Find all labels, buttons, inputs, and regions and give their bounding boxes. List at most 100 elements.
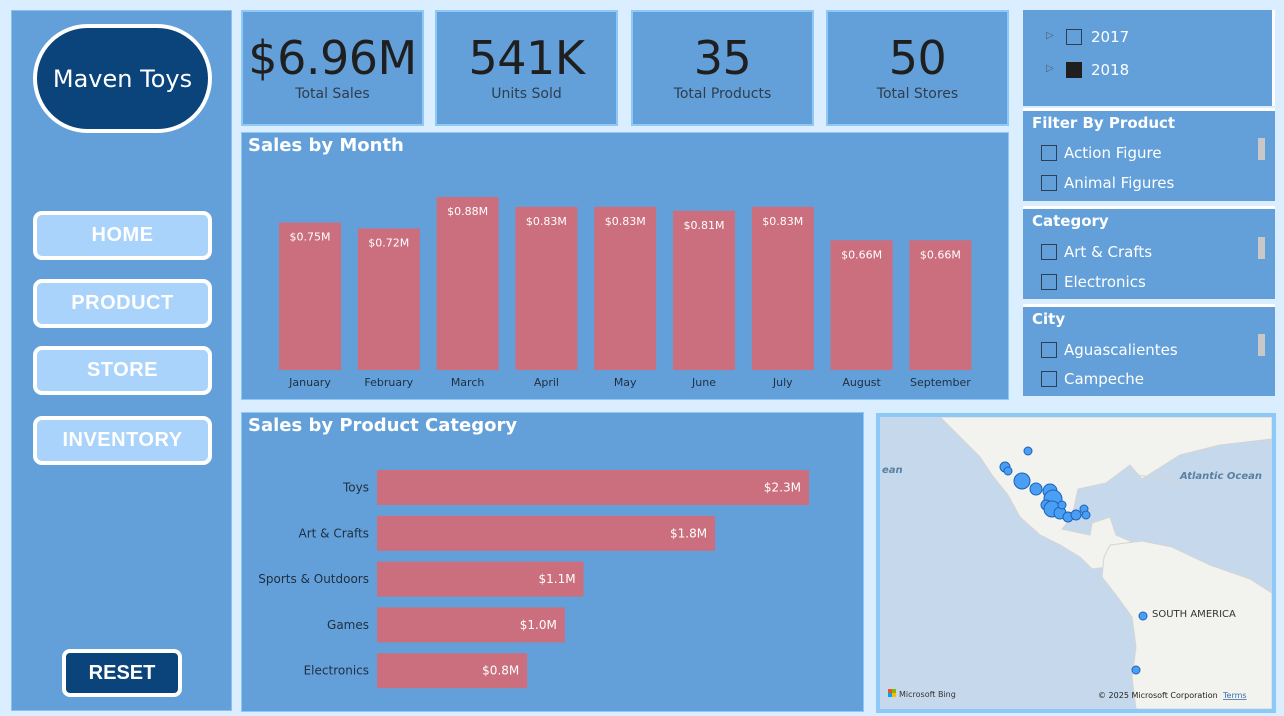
month-bar[interactable]: [515, 206, 578, 370]
checkbox-action-figure[interactable]: [1041, 145, 1057, 161]
map-label-atlantic: Atlantic Ocean: [1179, 471, 1262, 482]
inventory-button-label: INVENTORY: [62, 429, 183, 451]
store-bubble[interactable]: [1138, 611, 1148, 621]
map-label-ocean-left: ean: [882, 465, 903, 476]
checkbox-art-crafts[interactable]: [1041, 244, 1057, 260]
product-slicer-title: Filter By Product: [1032, 114, 1176, 132]
store-bubble[interactable]: [1081, 510, 1091, 520]
month-tick-label: July: [772, 376, 793, 389]
store-bubble[interactable]: [1070, 509, 1082, 521]
year-option-2018[interactable]: 2018: [1091, 61, 1129, 79]
map-canvas[interactable]: ean Atlantic Ocean SOUTH AMERICA Microso…: [880, 417, 1272, 709]
month-bar-label: $0.83M: [762, 215, 803, 228]
city-slicer-scrollbar[interactable]: [1258, 334, 1265, 356]
store-map[interactable]: ean Atlantic Ocean SOUTH AMERICA Microso…: [876, 413, 1276, 713]
month-bar-label: $0.81M: [684, 219, 725, 232]
month-bar[interactable]: [751, 206, 814, 370]
store-bubble[interactable]: [1003, 466, 1013, 476]
checkbox-2017[interactable]: [1066, 29, 1082, 45]
category-bar-label: $0.8M: [482, 664, 519, 678]
category-tick-label: Sports & Outdoors: [258, 572, 369, 586]
store-button-label: STORE: [86, 359, 159, 381]
year-slicer: ▷ 2017 ▷ 2018: [1023, 10, 1275, 106]
kpi-total-stores-label: Total Stores: [876, 86, 959, 103]
product-slicer: Filter By Product Action Figure Animal F…: [1023, 108, 1275, 201]
checkbox-2018[interactable]: [1066, 62, 1082, 78]
category-bar-label: $1.1M: [539, 572, 576, 586]
sales-by-month-chart: Sales by Month $0.75M January $0.72M Februa…: [241, 132, 1009, 400]
month-tick-label: May: [614, 376, 637, 389]
month-bar-label: $0.83M: [526, 215, 567, 228]
map-label-south-america: SOUTH AMERICA: [1152, 609, 1236, 620]
expand-2018-icon[interactable]: ▷: [1046, 63, 1054, 74]
maven-toys-logo: Maven Toys: [33, 24, 212, 133]
store-bubble[interactable]: [1131, 665, 1141, 675]
home-button[interactable]: HOME: [33, 211, 212, 260]
checkbox-animal-figures[interactable]: [1041, 175, 1057, 191]
month-bar[interactable]: [279, 222, 341, 370]
category-bar[interactable]: [377, 515, 716, 551]
store-bubble[interactable]: [1023, 446, 1033, 456]
checkbox-electronics[interactable]: [1041, 274, 1057, 290]
reset-button[interactable]: RESET: [62, 649, 182, 697]
category-option-art-crafts[interactable]: Art & Crafts: [1064, 243, 1152, 261]
product-slicer-scrollbar[interactable]: [1258, 138, 1265, 160]
product-option-action-figure[interactable]: Action Figure: [1064, 144, 1162, 162]
bing-logo-icon-part: [892, 693, 896, 697]
category-bar[interactable]: [377, 470, 809, 505]
store-bubble[interactable]: [1057, 500, 1067, 510]
category-slicer: Category Art & Crafts Electronics: [1023, 206, 1275, 299]
map-copyright: © 2025 Microsoft Corporation: [1098, 691, 1218, 700]
expand-2017-icon[interactable]: ▷: [1046, 30, 1054, 41]
category-tick-label: Electronics: [304, 664, 369, 678]
checkbox-aguascalientes[interactable]: [1041, 342, 1057, 358]
kpi-total-sales: $6.96M Total Sales: [241, 10, 424, 126]
store-bubble[interactable]: [1013, 472, 1031, 490]
map-terms-link[interactable]: Terms: [1222, 691, 1247, 700]
category-bar-label: $2.3M: [764, 481, 801, 495]
city-slicer-title: City: [1032, 310, 1066, 328]
checkbox-campeche[interactable]: [1041, 371, 1057, 387]
product-button-label: PRODUCT: [71, 292, 174, 314]
month-tick-label: March: [451, 376, 485, 389]
store-button[interactable]: STORE: [33, 346, 212, 395]
sales-by-category-chart: Sales by Product Category $2.3M Toys $1.8M…: [241, 412, 864, 712]
kpi-total-products-label: Total Products: [673, 86, 772, 103]
category-option-electronics[interactable]: Electronics: [1064, 273, 1146, 291]
month-bar[interactable]: [357, 228, 420, 370]
month-bar-label: $0.66M: [841, 248, 882, 261]
city-option-campeche[interactable]: Campeche: [1064, 370, 1144, 388]
month-bar[interactable]: [436, 197, 499, 370]
month-tick-label: February: [364, 376, 413, 389]
month-tick-label: January: [288, 376, 331, 389]
month-tick-label: April: [534, 376, 559, 389]
city-option-aguascalientes[interactable]: Aguascalientes: [1064, 341, 1178, 359]
bing-logo-icon-part: [892, 689, 896, 693]
category-tick-label: Art & Crafts: [299, 526, 369, 540]
category-tick-label: Games: [327, 618, 369, 632]
product-button[interactable]: PRODUCT: [33, 279, 212, 328]
sales-by-month-plot: $0.75M January $0.72M February $0.88M March $0…: [279, 197, 972, 389]
kpi-total-sales-value: $6.96M: [248, 30, 417, 85]
month-bar-label: $0.83M: [605, 215, 646, 228]
sidebar: Maven Toys HOME PRODUCT STORE INVENTORY …: [11, 10, 232, 711]
month-bar-label: $0.88M: [447, 205, 488, 218]
inventory-button[interactable]: INVENTORY: [33, 416, 212, 465]
month-tick-label: September: [910, 376, 971, 389]
kpi-total-products: 35 Total Products: [631, 10, 814, 126]
kpi-total-stores: 50 Total Stores: [826, 10, 1009, 126]
category-slicer-title: Category: [1032, 212, 1109, 230]
kpi-units-sold: 541K Units Sold: [435, 10, 618, 126]
year-option-2017[interactable]: 2017: [1091, 28, 1129, 46]
month-tick-label: August: [842, 376, 881, 389]
category-slicer-scrollbar[interactable]: [1258, 237, 1265, 259]
month-bar[interactable]: [594, 206, 657, 370]
kpi-total-products-value: 35: [693, 30, 752, 85]
month-bar[interactable]: [673, 210, 735, 370]
product-option-animal-figures[interactable]: Animal Figures: [1064, 174, 1174, 192]
bing-logo-icon-part: [888, 693, 892, 697]
store-bubble[interactable]: [1029, 482, 1043, 496]
category-tick-label: Toys: [342, 481, 369, 495]
bing-logo-icon: [888, 689, 892, 693]
logo-text: Maven Toys: [52, 64, 193, 93]
